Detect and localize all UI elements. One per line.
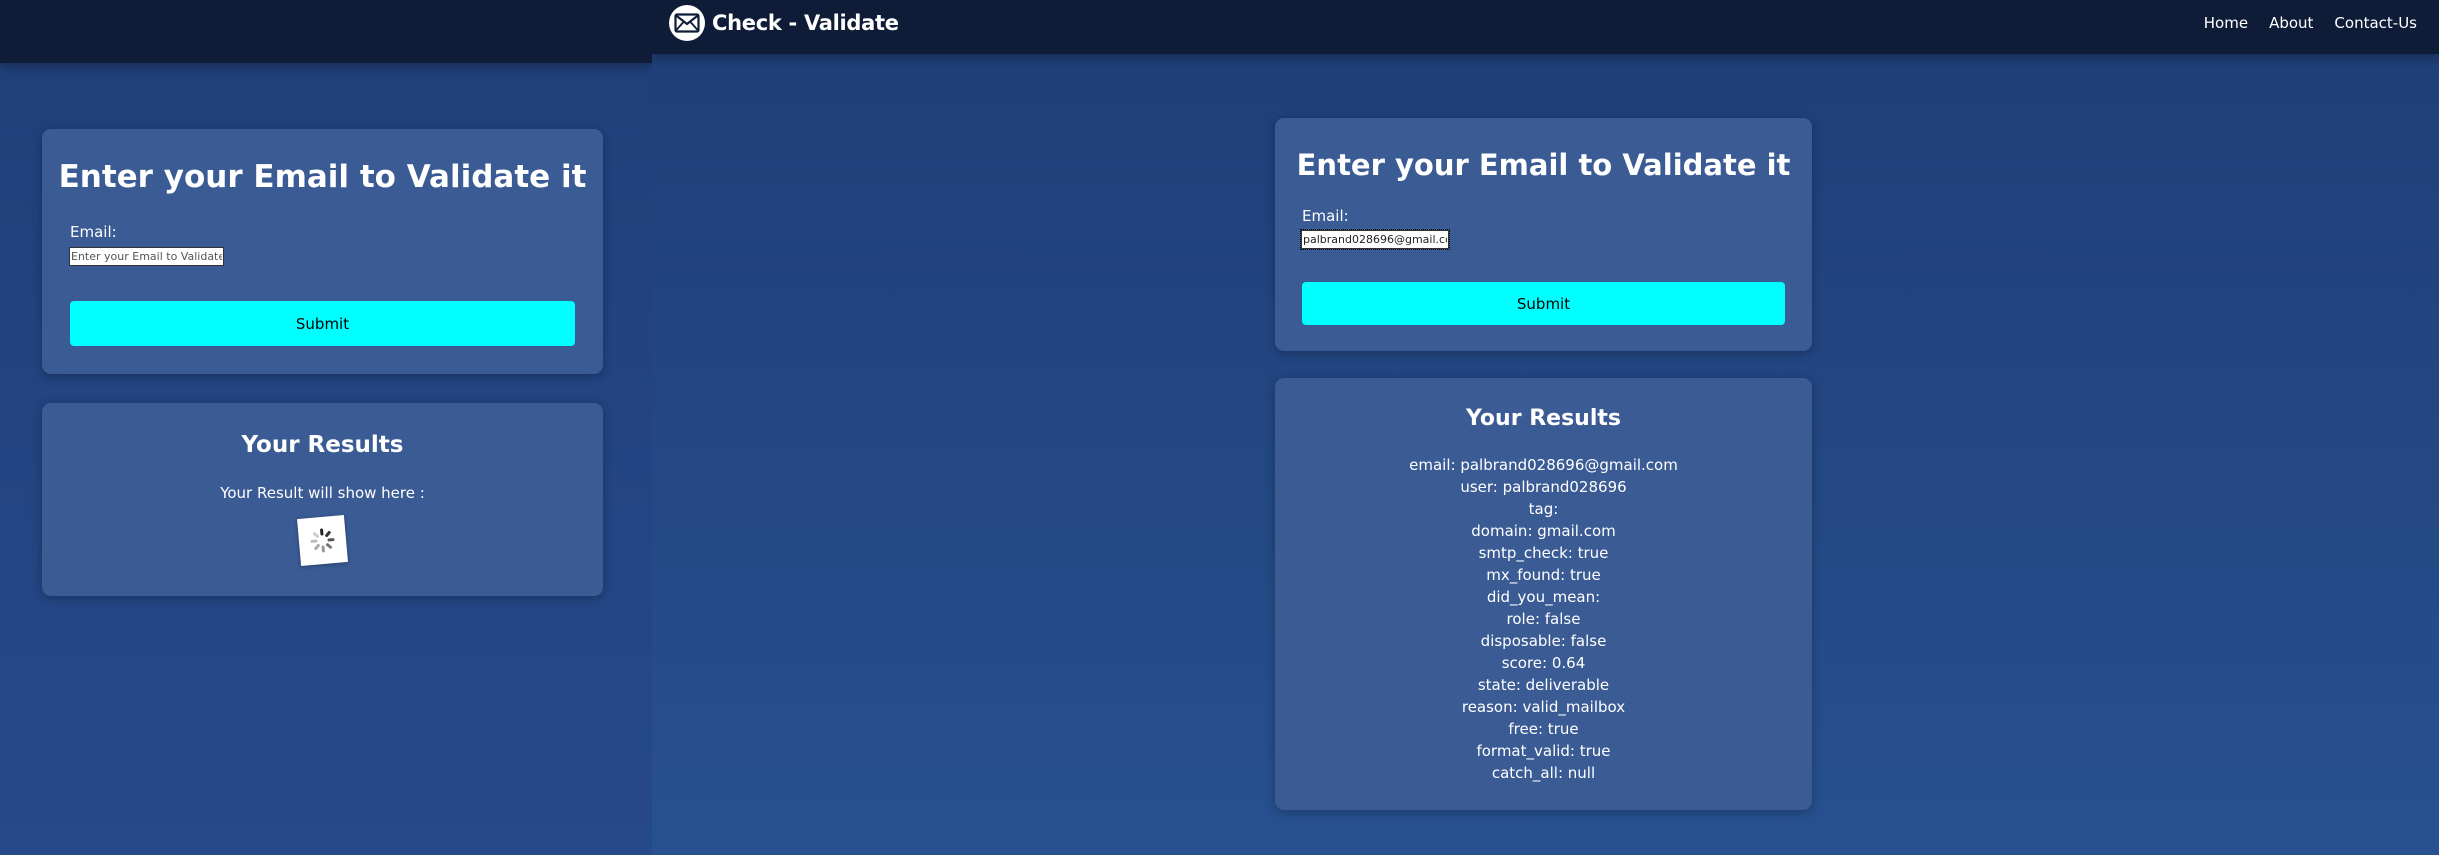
nav-link-contact-us[interactable]: Contact-Us: [2334, 14, 2417, 32]
right-email-input[interactable]: [1300, 229, 1450, 250]
result-line-reason: reason: valid_mailbox: [1461, 698, 1626, 716]
right-submit-button[interactable]: Submit: [1302, 282, 1785, 325]
result-line-domain: domain: gmail.com: [1471, 522, 1616, 540]
right-results-card: Your Results email: palbrand028696@gmail…: [1275, 378, 1812, 810]
nav-link-about[interactable]: About: [2269, 14, 2313, 32]
result-line-tag: tag:: [1528, 500, 1559, 518]
result-line-mx-found: mx_found: true: [1486, 566, 1601, 584]
results-list: email: palbrand028696@gmail.com user: pa…: [1275, 454, 1812, 784]
left-form-title: Enter your Email to Validate it: [58, 159, 587, 195]
left-navbar: [0, 0, 652, 63]
left-results-title: Your Results: [241, 432, 404, 458]
result-line-score: score: 0.64: [1501, 654, 1586, 672]
nav-link-home[interactable]: Home: [2204, 14, 2248, 32]
envelope-icon: [669, 5, 705, 41]
right-email-form-card: Enter your Email to Validate it Email: S…: [1275, 118, 1812, 351]
right-results-title: Your Results: [1466, 406, 1621, 431]
left-email-input[interactable]: [69, 247, 224, 266]
result-line-free: free: true: [1508, 720, 1579, 738]
left-email-label: Email:: [70, 223, 117, 241]
spinner-icon: [297, 515, 348, 566]
result-line-format-valid: format_valid: true: [1476, 742, 1611, 760]
left-results-placeholder: Your Result will show here :: [220, 484, 425, 502]
right-form-title: Enter your Email to Validate it: [1296, 148, 1791, 182]
left-submit-button[interactable]: Submit: [70, 301, 575, 346]
result-line-user: user: palbrand028696: [1460, 478, 1627, 496]
nav-links: Home About Contact-Us: [2183, 14, 2417, 32]
result-line-state: state: deliverable: [1477, 676, 1610, 694]
brand-title: Check - Validate: [712, 11, 899, 35]
left-browser-pane: Enter your Email to Validate it Email: S…: [0, 0, 652, 855]
left-email-form-card: Enter your Email to Validate it Email: S…: [42, 129, 603, 374]
right-email-label: Email:: [1302, 207, 1349, 225]
navbar: Check - Validate Home About Contact-Us: [652, 0, 2439, 54]
left-results-card: Your Results Your Result will show here …: [42, 403, 603, 596]
result-line-smtp-check: smtp_check: true: [1478, 544, 1609, 562]
result-line-role: role: false: [1506, 610, 1581, 628]
result-line-catch-all: catch_all: null: [1491, 764, 1596, 782]
right-browser-pane: Check - Validate Home About Contact-Us E…: [652, 0, 2439, 855]
result-line-email: email: palbrand028696@gmail.com: [1409, 456, 1678, 474]
result-line-did-you-mean: did_you_mean:: [1486, 588, 1601, 606]
result-line-disposable: disposable: false: [1480, 632, 1607, 650]
brand[interactable]: Check - Validate: [669, 5, 899, 41]
